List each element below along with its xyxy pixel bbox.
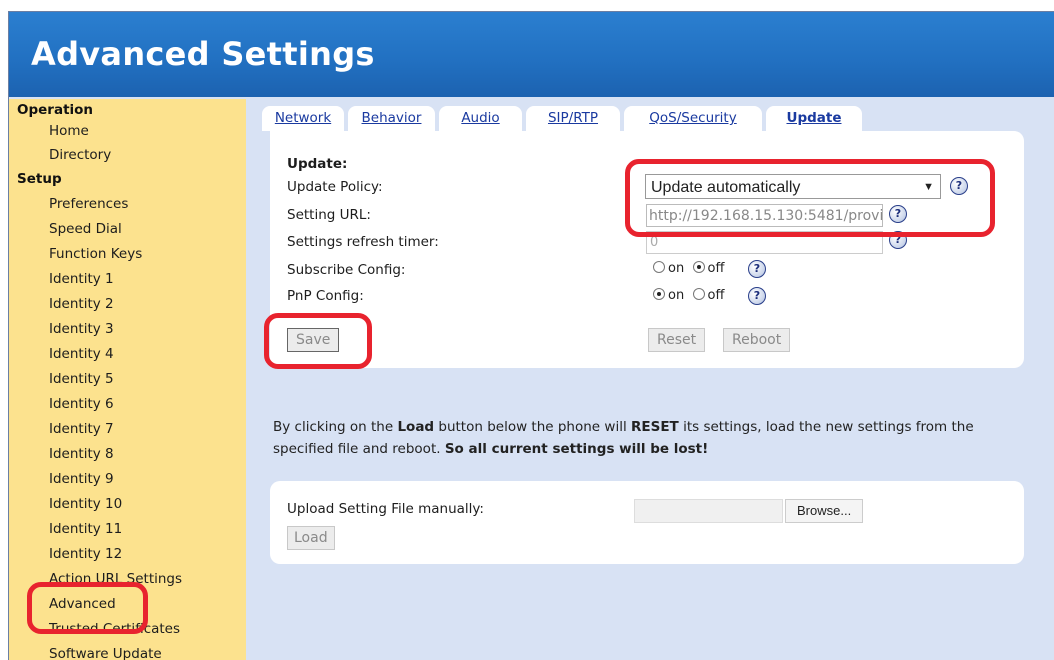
help-icon[interactable]: ? <box>748 287 766 305</box>
sidebar-item-identity-11[interactable]: Identity 11 <box>9 517 246 542</box>
sidebar-item-directory[interactable]: Directory <box>9 143 246 167</box>
sidebar-item-identity-3[interactable]: Identity 3 <box>9 317 246 342</box>
highlight-update-policy <box>625 159 995 237</box>
load-button[interactable]: Load <box>287 526 335 550</box>
upload-label: Upload Setting File manually: <box>287 501 484 517</box>
update-heading: Update: <box>287 156 348 172</box>
sidebar-item-identity-8[interactable]: Identity 8 <box>9 442 246 467</box>
sidebar-item-function-keys[interactable]: Function Keys <box>9 242 246 267</box>
sidebar-item-identity-5[interactable]: Identity 5 <box>9 367 246 392</box>
pnp-on-radio[interactable] <box>653 288 665 300</box>
tab-behavior[interactable]: Behavior <box>348 106 435 131</box>
tab-audio[interactable]: Audio <box>439 106 522 131</box>
page-title: Advanced Settings <box>31 35 375 73</box>
page-header: Advanced Settings <box>9 12 1054 97</box>
sidebar-item-preferences[interactable]: Preferences <box>9 192 246 217</box>
refresh-timer-label: Settings refresh timer: <box>287 234 439 250</box>
subscribe-config-radios: on off <box>653 260 728 276</box>
subscribe-off-radio[interactable] <box>692 261 705 273</box>
sidebar-item-identity-2[interactable]: Identity 2 <box>9 292 246 317</box>
help-icon[interactable]: ? <box>748 260 766 278</box>
reset-button[interactable]: Reset <box>648 328 706 352</box>
setting-url-label: Setting URL: <box>287 207 371 223</box>
sidebar-item-identity-1[interactable]: Identity 1 <box>9 267 246 292</box>
pnp-config-label: PnP Config: <box>287 288 364 304</box>
subscribe-config-label: Subscribe Config: <box>287 262 406 278</box>
sidebar-item-identity-10[interactable]: Identity 10 <box>9 492 246 517</box>
upload-panel: Upload Setting File manually: Browse... … <box>270 481 1024 564</box>
upload-file-input[interactable] <box>634 499 783 523</box>
sidebar-item-identity-4[interactable]: Identity 4 <box>9 342 246 367</box>
highlight-save <box>264 313 372 369</box>
load-warning: By clicking on the Load button below the… <box>273 419 974 457</box>
reboot-button[interactable]: Reboot <box>723 328 791 352</box>
sidebar-item-identity-12[interactable]: Identity 12 <box>9 542 246 567</box>
pnp-off-radio[interactable] <box>692 288 705 300</box>
tab-qos-security[interactable]: QoS/Security <box>624 106 762 131</box>
sidebar-item-speed-dial[interactable]: Speed Dial <box>9 217 246 242</box>
sidebar-item-identity-7[interactable]: Identity 7 <box>9 417 246 442</box>
update-policy-label: Update Policy: <box>287 179 383 195</box>
tab-network[interactable]: Network <box>262 106 344 131</box>
subscribe-on-radio[interactable] <box>653 261 665 273</box>
sidebar-item-home[interactable]: Home <box>9 119 246 143</box>
sidebar-item-identity-6[interactable]: Identity 6 <box>9 392 246 417</box>
sidebar-section-setup: Setup <box>17 171 62 187</box>
sidebar-item-software-update[interactable]: Software Update <box>9 642 246 660</box>
sidebar-item-identity-9[interactable]: Identity 9 <box>9 467 246 492</box>
tab-update[interactable]: Update <box>766 106 862 134</box>
browse-button[interactable]: Browse... <box>785 499 864 523</box>
highlight-advanced <box>27 582 148 634</box>
pnp-config-radios: on off <box>653 287 728 303</box>
tab-sip-rtp[interactable]: SIP/RTP <box>526 106 620 131</box>
sidebar-section-operation: Operation <box>17 102 94 118</box>
sidebar: Operation Home Directory Setup Preferenc… <box>9 99 246 660</box>
